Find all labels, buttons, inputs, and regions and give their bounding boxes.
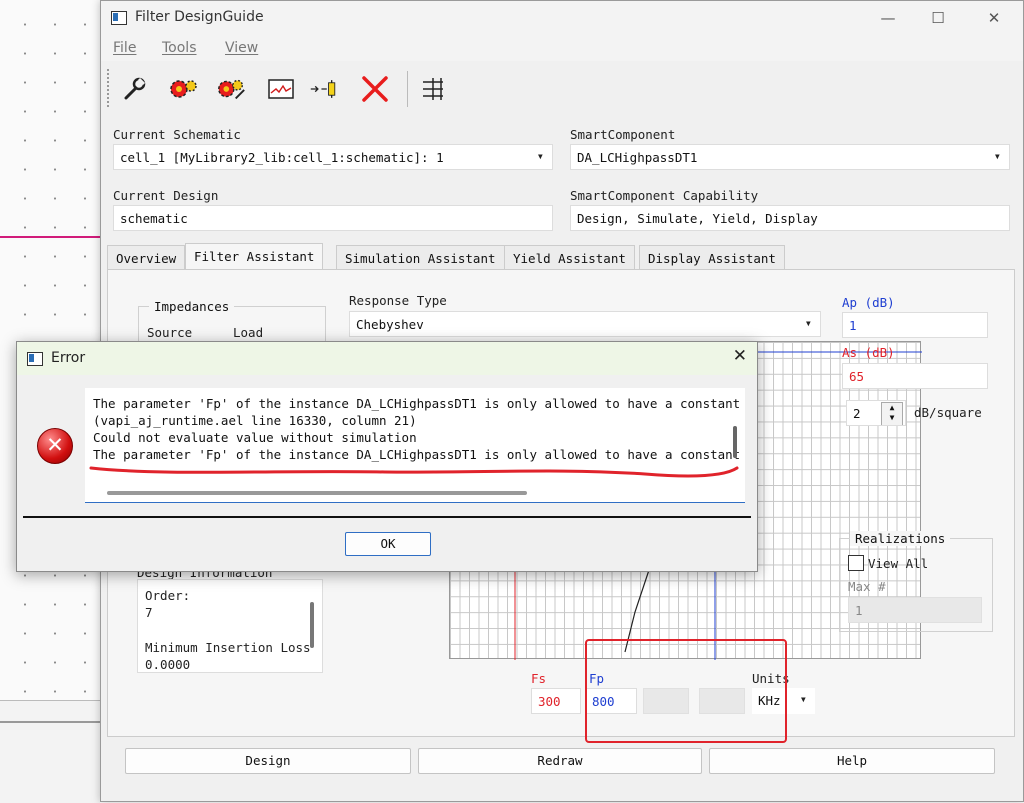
red-annotation-box (585, 639, 787, 743)
delete-icon[interactable] (359, 73, 391, 105)
design-button[interactable]: Design (125, 748, 411, 774)
menu-tools[interactable]: Tools (162, 40, 197, 56)
min-insertion-loss-label: Minimum Insertion Loss (145, 640, 311, 655)
schematic-status-area (0, 700, 100, 803)
order-value: 7 (145, 605, 153, 620)
tab-simulation-assistant[interactable]: Simulation Assistant (336, 245, 505, 269)
close-icon[interactable]: ✕ (733, 346, 747, 366)
dialog-separator (23, 516, 751, 518)
tab-filter-assistant[interactable]: Filter Assistant (185, 243, 324, 269)
error-dialog-title-bar: Error ✕ (17, 342, 757, 375)
max-label: Max # (848, 579, 886, 594)
ap-label: Ap (dB) (842, 295, 895, 310)
max-input[interactable]: 1 (848, 597, 982, 623)
current-design-value: schematic (120, 211, 188, 226)
design-info-box: Order: 7 Minimum Insertion Loss 0.0000 (137, 579, 323, 673)
current-design-label: Current Design (113, 188, 219, 203)
response-type-select[interactable]: Chebyshev (349, 311, 821, 337)
dialog-app-icon (27, 352, 43, 366)
realizations-group: Realizations View All Max # 1 (839, 531, 993, 632)
spin-arrows-icon[interactable]: ▲ ▼ (881, 402, 903, 425)
load-label: Load (233, 325, 264, 340)
message-horizontal-scrollbar[interactable] (107, 491, 527, 495)
capability-field[interactable]: Design, Simulate, Yield, Display (570, 205, 1010, 231)
error-line-1: The parameter 'Fp' of the instance DA_LC… (93, 396, 745, 411)
simulate-gear-icon[interactable] (215, 73, 247, 105)
as-label: As (dB) (842, 345, 895, 360)
current-design-field[interactable]: schematic (113, 205, 553, 231)
tab-display-assistant[interactable]: Display Assistant (639, 245, 785, 269)
design-info-scrollbar[interactable] (310, 602, 314, 648)
schematic-wire (0, 236, 100, 238)
message-vertical-scrollbar[interactable] (733, 426, 737, 458)
fs-label: Fs (531, 671, 547, 686)
error-line-3: Could not evaluate value without simulat… (93, 430, 417, 445)
db-square-value: 2 (853, 406, 861, 421)
current-schematic-label: Current Schematic (113, 127, 241, 142)
error-line-4: The parameter 'Fp' of the instance DA_LC… (93, 447, 745, 462)
realizations-title: Realizations (850, 531, 951, 546)
tab-overview[interactable]: Overview (107, 245, 186, 269)
menu-bar: File Tools View (101, 35, 1023, 61)
order-label: Order: (145, 588, 191, 603)
error-icon: ✕ (37, 428, 73, 464)
design-gear-icon[interactable] (167, 73, 199, 105)
max-value: 1 (855, 603, 863, 618)
response-type-label: Response Type (349, 293, 447, 308)
plot-icon[interactable] (265, 73, 297, 105)
min-insertion-loss-value: 0.0000 (145, 657, 191, 672)
title-bar: Filter DesignGuide — ☐ ✕ (101, 1, 1023, 35)
fs-input[interactable]: 300 (531, 688, 581, 714)
fs-value: 300 (538, 694, 561, 709)
maximize-button[interactable]: ☐ (915, 5, 961, 31)
source-label: Source (147, 325, 193, 340)
app-icon (111, 11, 127, 25)
menu-file[interactable]: File (113, 40, 136, 56)
tab-yield-assistant[interactable]: Yield Assistant (504, 245, 635, 269)
help-button[interactable]: Help (709, 748, 995, 774)
ok-button[interactable]: OK (345, 532, 431, 556)
smart-component-value: DA_LCHighpassDT1 (577, 150, 698, 165)
db-square-label: dB/square (914, 405, 982, 420)
ladder-icon[interactable] (417, 73, 449, 105)
error-dialog-title: Error (51, 350, 86, 366)
ap-value: 1 (849, 318, 857, 333)
current-schematic-value: cell_1 [MyLibrary2_lib:cell_1:schematic]… (120, 150, 444, 165)
capability-value: Design, Simulate, Yield, Display (577, 211, 818, 226)
error-dialog: Error ✕ ✕ The parameter 'Fp' of the inst… (16, 341, 758, 572)
menu-view[interactable]: View (225, 40, 258, 56)
impedances-title: Impedances (149, 299, 235, 314)
view-all-label: View All (868, 556, 929, 571)
toolbar (101, 63, 1023, 115)
db-square-spinbox[interactable]: 2 ▲ ▼ (846, 400, 906, 426)
as-input[interactable]: 65 (842, 363, 988, 389)
close-window-button[interactable]: ✕ (971, 5, 1017, 31)
component-icon[interactable] (309, 73, 341, 105)
response-type-value: Chebyshev (356, 317, 424, 332)
current-schematic-select[interactable]: cell_1 [MyLibrary2_lib:cell_1:schematic]… (113, 144, 553, 170)
smart-component-select[interactable]: DA_LCHighpassDT1 (570, 144, 1010, 170)
toolbar-separator (407, 71, 408, 107)
window-title: Filter DesignGuide (135, 9, 264, 25)
toolbar-grip (107, 69, 112, 107)
redraw-button[interactable]: Redraw (418, 748, 702, 774)
as-value: 65 (849, 369, 865, 384)
error-message-box[interactable]: The parameter 'Fp' of the instance DA_LC… (85, 388, 745, 503)
minimize-button[interactable]: — (865, 5, 911, 31)
wrench-icon[interactable] (119, 73, 151, 105)
smart-component-label: SmartComponent (570, 127, 676, 142)
view-all-checkbox[interactable] (848, 555, 864, 571)
ap-input[interactable]: 1 (842, 312, 988, 338)
capability-label: SmartComponent Capability (570, 188, 759, 203)
error-line-2: (vapi_aj_runtime.ael line 16330, column … (93, 413, 417, 428)
